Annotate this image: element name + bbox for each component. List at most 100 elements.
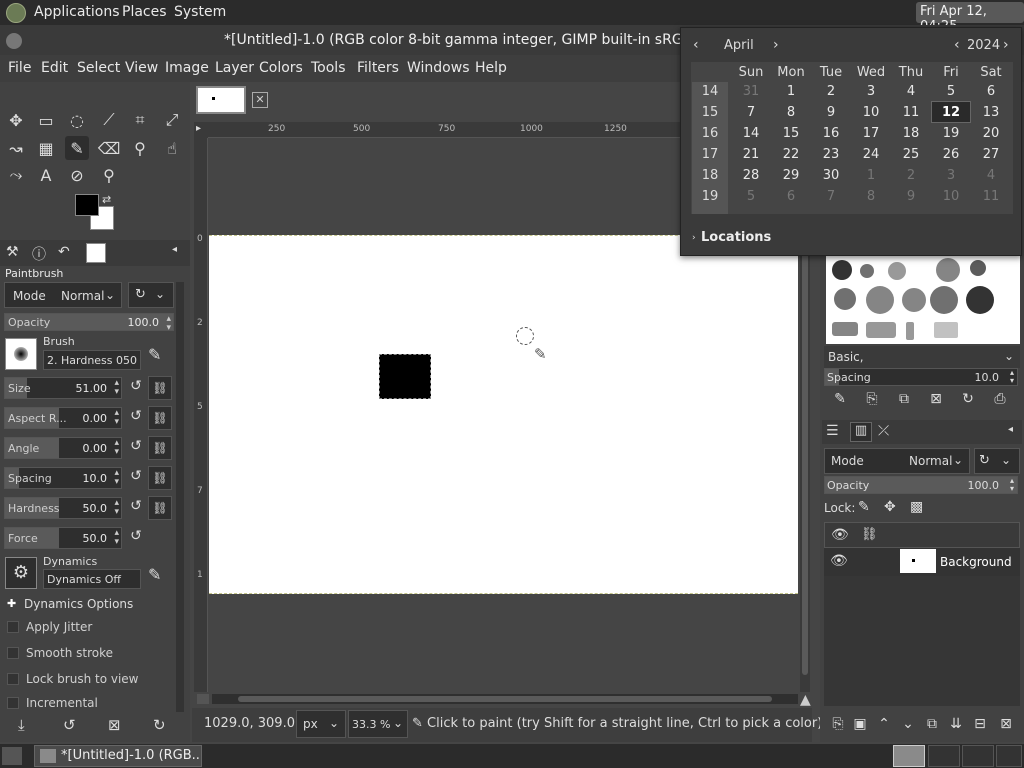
calendar-day[interactable]: 26 (931, 147, 971, 162)
calendar-day[interactable]: 16 (811, 126, 851, 141)
link-angle-icon[interactable]: ⛓ (148, 436, 172, 460)
menu-colors[interactable]: Colors (259, 60, 303, 76)
raise-layer-icon[interactable]: ⌃ (874, 716, 894, 732)
calendar-day[interactable]: 11 (891, 105, 931, 120)
next-month-icon[interactable]: › (773, 37, 779, 53)
calendar-day[interactable]: 15 (771, 126, 811, 141)
calendar-day[interactable]: 19 (931, 126, 971, 141)
clone-tool-icon[interactable]: ⚲ (128, 136, 152, 160)
calendar-day[interactable]: 7 (731, 105, 771, 120)
zoom-select[interactable]: 33.3 % ⌄ (348, 710, 408, 738)
spinner-arrows-icon[interactable]: ▴ ▾ (114, 529, 119, 547)
tool-options-tab-icon[interactable]: ⚒ (6, 244, 19, 260)
prev-year-icon[interactable]: ‹ (954, 37, 960, 53)
calendar-day[interactable]: 20 (971, 126, 1011, 141)
calendar-day[interactable]: 3 (851, 84, 891, 99)
calendar-day[interactable]: 6 (971, 84, 1011, 99)
calendar-day[interactable]: 14 (731, 126, 771, 141)
save-options-icon[interactable]: ⤓ (18, 716, 25, 734)
incremental-checkbox[interactable] (7, 697, 19, 709)
layers-tab-icon[interactable]: ☰ (826, 423, 839, 439)
layer-composite-select[interactable]: ↻ ⌄ (974, 448, 1020, 474)
show-desktop-icon[interactable] (2, 747, 22, 765)
calendar-day[interactable]: 23 (811, 147, 851, 162)
reset-options-icon[interactable]: ↻ (153, 716, 166, 734)
brush-preset[interactable] (888, 262, 906, 280)
mode-reset-select[interactable]: ↻ ⌄ (128, 282, 174, 308)
mode-select[interactable]: Mode Normal ⌄ (4, 282, 122, 308)
move-tool-icon[interactable]: ✥ (4, 108, 28, 132)
menu-applications[interactable]: Applications (34, 4, 120, 20)
undo-history-tab-icon[interactable]: ↶ (58, 244, 70, 260)
spinner-arrows-icon[interactable]: ▴ ▾ (114, 409, 119, 427)
brush-tag-select[interactable]: Basic, ⌄ (824, 346, 1020, 368)
calendar-day[interactable]: 22 (771, 147, 811, 162)
gnome-foot-icon[interactable] (6, 3, 26, 23)
gradient-tool-icon[interactable]: ▦ (34, 136, 58, 160)
opacity-slider[interactable]: Opacity 100.0 ▴ ▾ (4, 313, 174, 333)
edit-brush-icon[interactable]: ✎ (830, 391, 850, 407)
restore-options-icon[interactable]: ↺ (63, 716, 76, 734)
menu-places[interactable]: Places (122, 4, 167, 20)
foreground-color-swatch[interactable] (75, 194, 99, 216)
force-slider[interactable]: Force 50.0 ▴ ▾ (4, 527, 122, 549)
menu-view[interactable]: View (125, 60, 158, 76)
locations-expander[interactable]: Locations (701, 230, 771, 245)
calendar-day[interactable]: 13 (971, 105, 1011, 120)
menu-help[interactable]: Help (475, 60, 507, 76)
calendar-day[interactable]: 31 (731, 84, 771, 99)
brush-preset[interactable] (934, 322, 958, 338)
duplicate-brush-icon[interactable]: ⧉ (894, 391, 914, 407)
calendar-day[interactable]: 25 (891, 147, 931, 162)
layer-mask-icon[interactable]: ⊟ (970, 716, 990, 732)
images-tab-icon[interactable] (86, 243, 106, 263)
brush-preview[interactable] (5, 338, 37, 370)
menu-image[interactable]: Image (165, 60, 209, 76)
link-size-icon[interactable]: ⛓ (148, 376, 172, 400)
expand-arrow-icon[interactable]: › (692, 233, 696, 243)
menu-tools[interactable]: Tools (311, 60, 346, 76)
new-brush-icon[interactable]: ⎘ (862, 391, 882, 407)
menu-filters[interactable]: Filters (357, 60, 399, 76)
calendar-day[interactable]: 9 (891, 189, 931, 204)
brush-preset[interactable] (966, 286, 994, 314)
apply-jitter-checkbox[interactable] (7, 621, 19, 633)
calendar-day[interactable]: 4 (971, 168, 1011, 183)
calendar-day[interactable]: 3 (931, 168, 971, 183)
paintbrush-tool-icon[interactable]: ✎ (65, 136, 89, 160)
spinner-arrows-icon[interactable]: ▴ ▾ (114, 379, 119, 397)
menu-windows[interactable]: Windows (407, 60, 470, 76)
calendar-day[interactable]: 9 (811, 105, 851, 120)
calendar-day[interactable]: 21 (731, 147, 771, 162)
open-brush-as-image-icon[interactable]: ⎙ (990, 391, 1010, 407)
calendar-day[interactable]: 27 (971, 147, 1011, 162)
layer-opacity-slider[interactable]: Opacity 100.0 ▴ ▾ (824, 476, 1018, 494)
brush-preset[interactable] (936, 258, 960, 282)
rect-select-tool-icon[interactable]: ▭ (34, 108, 58, 132)
eraser-tool-icon[interactable]: ⌫ (97, 136, 121, 160)
lock-brush-checkbox[interactable] (7, 673, 19, 685)
brush-preset[interactable] (866, 322, 896, 338)
chain-icon[interactable]: ⛓ (861, 527, 878, 542)
merge-layer-icon[interactable]: ⇊ (946, 716, 966, 732)
warp-tool-icon[interactable]: ↝ (4, 136, 28, 160)
transform-tool-icon[interactable]: ⤢ (160, 108, 184, 132)
brush-preset[interactable] (970, 260, 986, 276)
calendar-day[interactable]: 4 (891, 84, 931, 99)
lock-alpha-icon[interactable]: ▩ (910, 499, 923, 515)
dynamics-preview-icon[interactable]: ⚙ (5, 557, 37, 589)
spinner-arrows-icon[interactable]: ▴ ▾ (114, 469, 119, 487)
spinner-arrows-icon[interactable]: ▴ ▾ (1010, 369, 1014, 385)
zoom-tool-icon[interactable]: ⚲ (97, 163, 121, 187)
delete-options-icon[interactable]: ⊠ (108, 716, 121, 734)
dock-menu-icon[interactable]: ◂ (1008, 424, 1013, 435)
calendar-day[interactable]: 10 (931, 189, 971, 204)
hardness-slider[interactable]: Hardness 50.0 ▴ ▾ (4, 497, 122, 519)
calendar-day[interactable]: 28 (731, 168, 771, 183)
menu-select[interactable]: Select (77, 60, 120, 76)
calendar-day[interactable]: 5 (731, 189, 771, 204)
refresh-brushes-icon[interactable]: ↻ (958, 391, 978, 407)
size-slider[interactable]: Size 51.00 ▴ ▾ (4, 377, 122, 399)
calendar-day[interactable]: 7 (811, 189, 851, 204)
menu-system[interactable]: System (174, 4, 226, 20)
